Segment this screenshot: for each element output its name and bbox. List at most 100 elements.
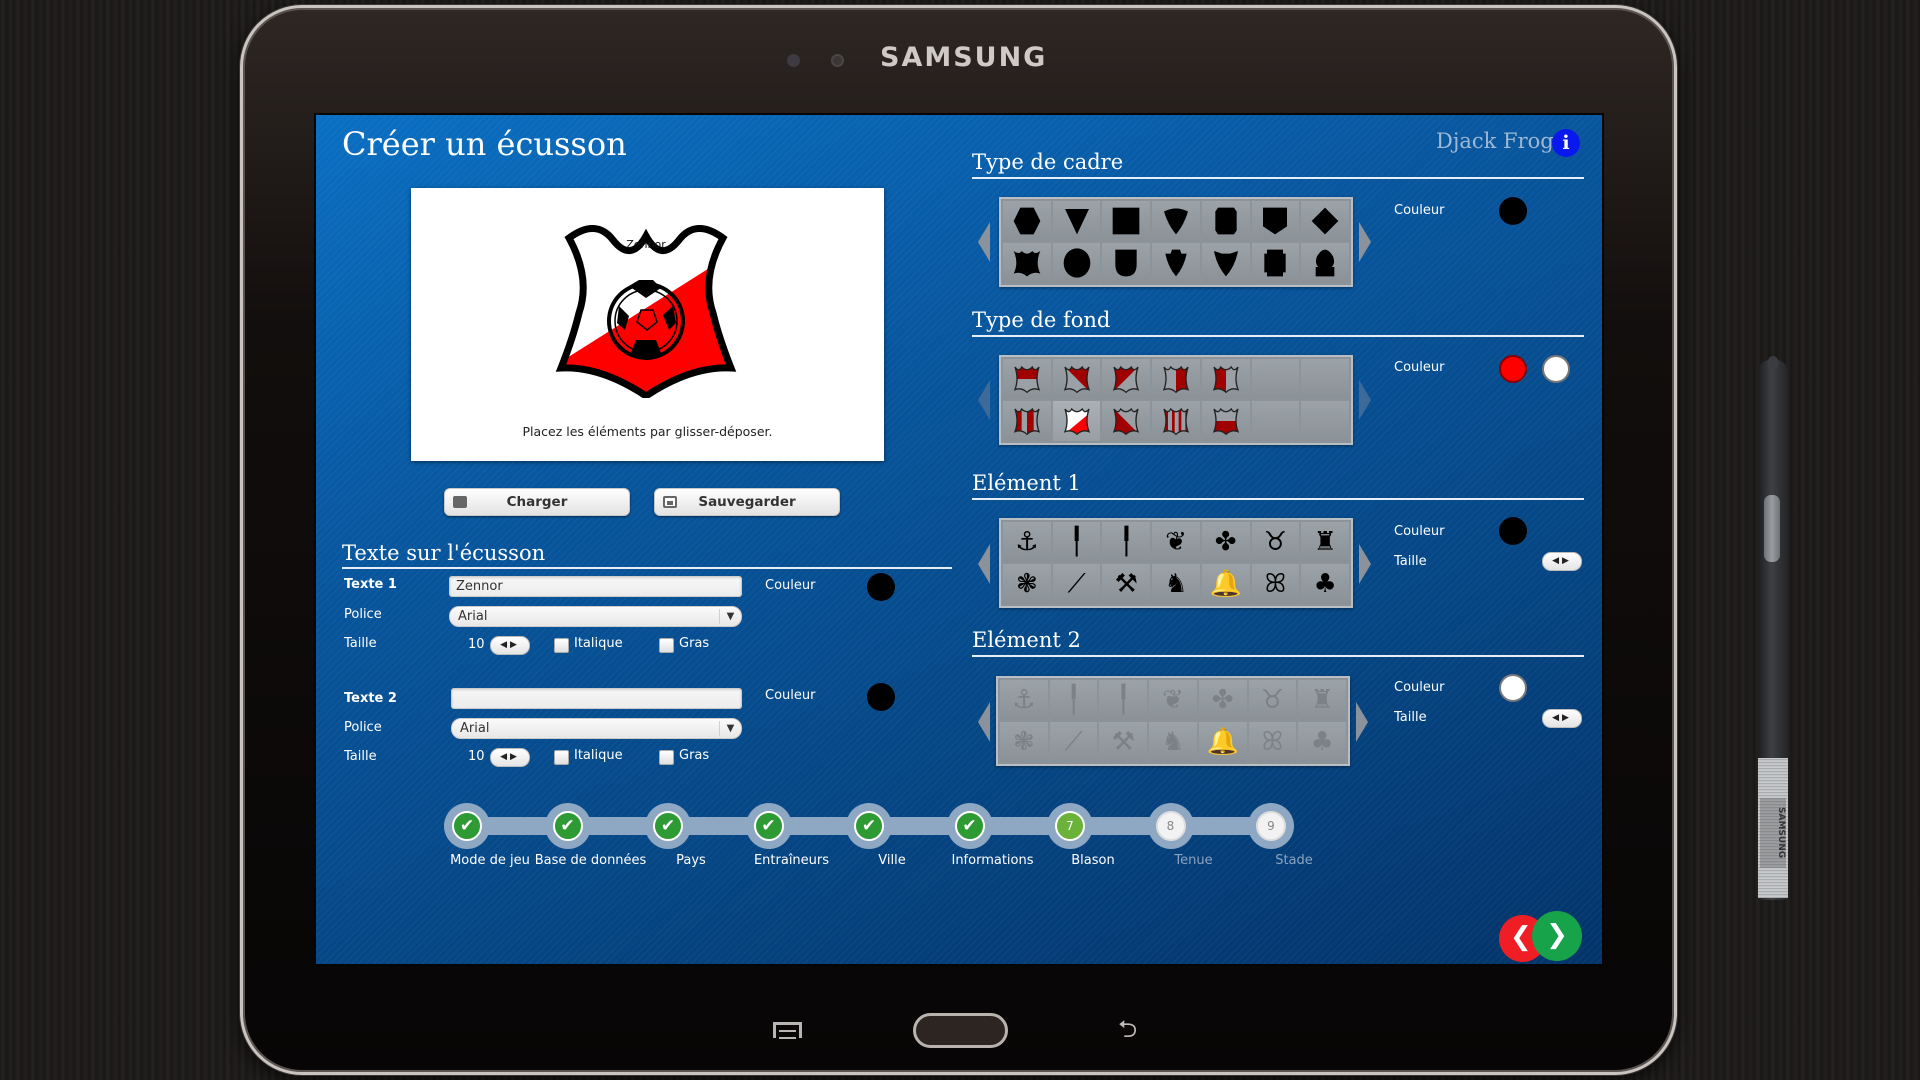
frame-shape-arch-base[interactable]: [1301, 243, 1349, 283]
crest-text[interactable]: Zennor: [551, 238, 741, 251]
element2-option-bell[interactable]: 🔔: [1198, 722, 1247, 762]
background-pattern-top-half[interactable]: [1003, 359, 1051, 399]
text2-italic-checkbox[interactable]: [554, 750, 569, 765]
bee-icon: ✤: [1211, 685, 1234, 715]
load-button[interactable]: Charger: [444, 488, 630, 516]
background-prev-arrow-icon[interactable]: [978, 380, 990, 420]
element2-option-bee[interactable]: ✤: [1198, 680, 1247, 720]
frame-shape-notched-shield[interactable]: [1201, 243, 1250, 283]
background-pattern-diagonal-left[interactable]: [1052, 359, 1101, 399]
element2-option-spear[interactable]: ⟋: [1049, 722, 1098, 762]
text2-font-select[interactable]: Arial ▼: [451, 718, 742, 739]
next-button[interactable]: ❯: [1532, 911, 1582, 961]
element1-size-stepper[interactable]: ◀▶: [1542, 552, 1582, 571]
frame-shape-notched-rect[interactable]: [1251, 243, 1300, 283]
element2-size-stepper[interactable]: ◀▶: [1542, 709, 1582, 728]
progress-step-3[interactable]: ✔: [645, 803, 691, 849]
background-pattern-diagonal-right[interactable]: [1102, 359, 1151, 399]
element2-option-tower[interactable]: ♜: [1298, 680, 1346, 720]
frame-next-arrow-icon[interactable]: [1359, 222, 1371, 262]
background-pattern-vertical-split-right[interactable]: [1152, 359, 1200, 399]
text1-color-swatch[interactable]: [867, 573, 895, 601]
progress-step-4[interactable]: ✔: [745, 803, 792, 849]
frame-shape-square[interactable]: [1102, 201, 1151, 241]
element2-option-thistle[interactable]: ❃: [1000, 722, 1048, 762]
element2-option-axe[interactable]: ╿: [1049, 680, 1098, 720]
element1-option-bell[interactable]: 🔔: [1201, 564, 1250, 604]
background-color-swatch-2[interactable]: [1542, 355, 1570, 383]
text2-color-swatch[interactable]: [867, 683, 895, 711]
background-pattern-bottom-half[interactable]: [1201, 401, 1250, 441]
progress-step-6[interactable]: ✔: [946, 803, 993, 849]
element1-option-butterfly[interactable]: ꕤ: [1251, 564, 1300, 604]
frame-prev-arrow-icon[interactable]: [978, 222, 990, 262]
background-pattern-stripes[interactable]: [1003, 401, 1051, 441]
element2-option-butterfly[interactable]: ꕤ: [1248, 722, 1297, 762]
progress-step-2[interactable]: ✔: [544, 803, 591, 849]
element2-prev-arrow-icon[interactable]: [978, 702, 990, 742]
frame-shape-triangle-down[interactable]: [1052, 201, 1101, 241]
element2-option-halberd[interactable]: ╿: [1099, 680, 1148, 720]
element2-color-swatch[interactable]: [1499, 674, 1527, 702]
text1-font-select[interactable]: Arial ▼: [449, 606, 742, 627]
background-pattern-thin-stripes[interactable]: [1152, 401, 1200, 441]
background-pattern-vertical-split-left[interactable]: [1201, 359, 1250, 399]
element2-option-clover[interactable]: ♣: [1298, 722, 1346, 762]
element1-option-anchor[interactable]: ⚓: [1003, 522, 1051, 562]
home-button[interactable]: [913, 1013, 1008, 1048]
element2-next-arrow-icon[interactable]: [1356, 702, 1368, 742]
text1-input[interactable]: Zennor: [449, 576, 742, 597]
element1-option-lion[interactable]: ♞: [1152, 564, 1200, 604]
frame-shape-rounded-rect[interactable]: [1201, 201, 1250, 241]
element1-option-tower[interactable]: ♜: [1301, 522, 1349, 562]
progress-step-8: 8: [1147, 803, 1194, 849]
progress-step-5[interactable]: ✔: [846, 803, 892, 849]
frame-shape-hexagon[interactable]: [1003, 201, 1051, 241]
background-next-arrow-icon[interactable]: [1359, 380, 1371, 420]
element1-prev-arrow-icon[interactable]: [978, 544, 990, 584]
frame-shape-pentagon-shield[interactable]: [1251, 201, 1300, 241]
frame-shape-pointed-shield[interactable]: [1152, 201, 1200, 241]
element2-option-bull[interactable]: ♉: [1248, 680, 1297, 720]
text2-input[interactable]: [451, 688, 742, 709]
element2-option-hammer[interactable]: ⚒: [1099, 722, 1148, 762]
save-button[interactable]: Sauvegarder: [654, 488, 840, 516]
info-icon[interactable]: i: [1552, 129, 1580, 157]
spear-icon: ⟋: [1067, 569, 1086, 599]
element1-option-axe[interactable]: ╿: [1052, 522, 1101, 562]
crest-preview-canvas[interactable]: Zennor Placez les éléments par glisser-d…: [411, 188, 884, 461]
background-color-swatch-1[interactable]: [1499, 355, 1527, 383]
element1-option-bat[interactable]: ❦: [1152, 522, 1200, 562]
progress-step-7[interactable]: 7: [1047, 803, 1093, 849]
element1-color-swatch[interactable]: [1499, 517, 1527, 545]
back-key-icon[interactable]: ⮌: [1118, 1016, 1150, 1042]
frame-shape-scalloped-shield[interactable]: [1003, 243, 1051, 283]
frame-type-title: Type de cadre: [972, 150, 1124, 174]
element1-option-spear[interactable]: ⟋: [1052, 564, 1101, 604]
background-pattern-diagonal-bottom[interactable]: [1102, 401, 1151, 441]
element2-option-lion[interactable]: ♞: [1149, 722, 1197, 762]
progress-step-1[interactable]: ✔: [444, 803, 490, 849]
text1-bold-checkbox[interactable]: [659, 638, 674, 653]
element1-next-arrow-icon[interactable]: [1359, 544, 1371, 584]
element1-option-bull[interactable]: ♉: [1251, 522, 1300, 562]
text2-bold-checkbox[interactable]: [659, 750, 674, 765]
text1-size-stepper[interactable]: ◀▶: [490, 636, 530, 655]
frame-shape-circle[interactable]: [1052, 243, 1101, 283]
frame-shape-rounded-shield[interactable]: [1102, 243, 1151, 283]
halberd-icon: ╿: [1118, 527, 1135, 557]
element1-option-clover[interactable]: ♣: [1301, 564, 1349, 604]
frame-shape-diamond[interactable]: [1301, 201, 1349, 241]
element2-option-anchor[interactable]: ⚓: [1000, 680, 1048, 720]
frame-shape-crowned-shield[interactable]: [1152, 243, 1200, 283]
background-pattern-diagonal-selected[interactable]: [1052, 401, 1101, 441]
element2-option-bat[interactable]: ❦: [1149, 680, 1197, 720]
element1-option-bee[interactable]: ✤: [1201, 522, 1250, 562]
text1-italic-checkbox[interactable]: [554, 638, 569, 653]
element1-option-halberd[interactable]: ╿: [1102, 522, 1151, 562]
element1-option-thistle[interactable]: ❃: [1003, 564, 1051, 604]
element1-option-hammer[interactable]: ⚒: [1102, 564, 1151, 604]
text2-size-stepper[interactable]: ◀▶: [490, 748, 530, 767]
frame-color-swatch[interactable]: [1499, 197, 1527, 225]
menu-key-icon[interactable]: [773, 1022, 802, 1039]
